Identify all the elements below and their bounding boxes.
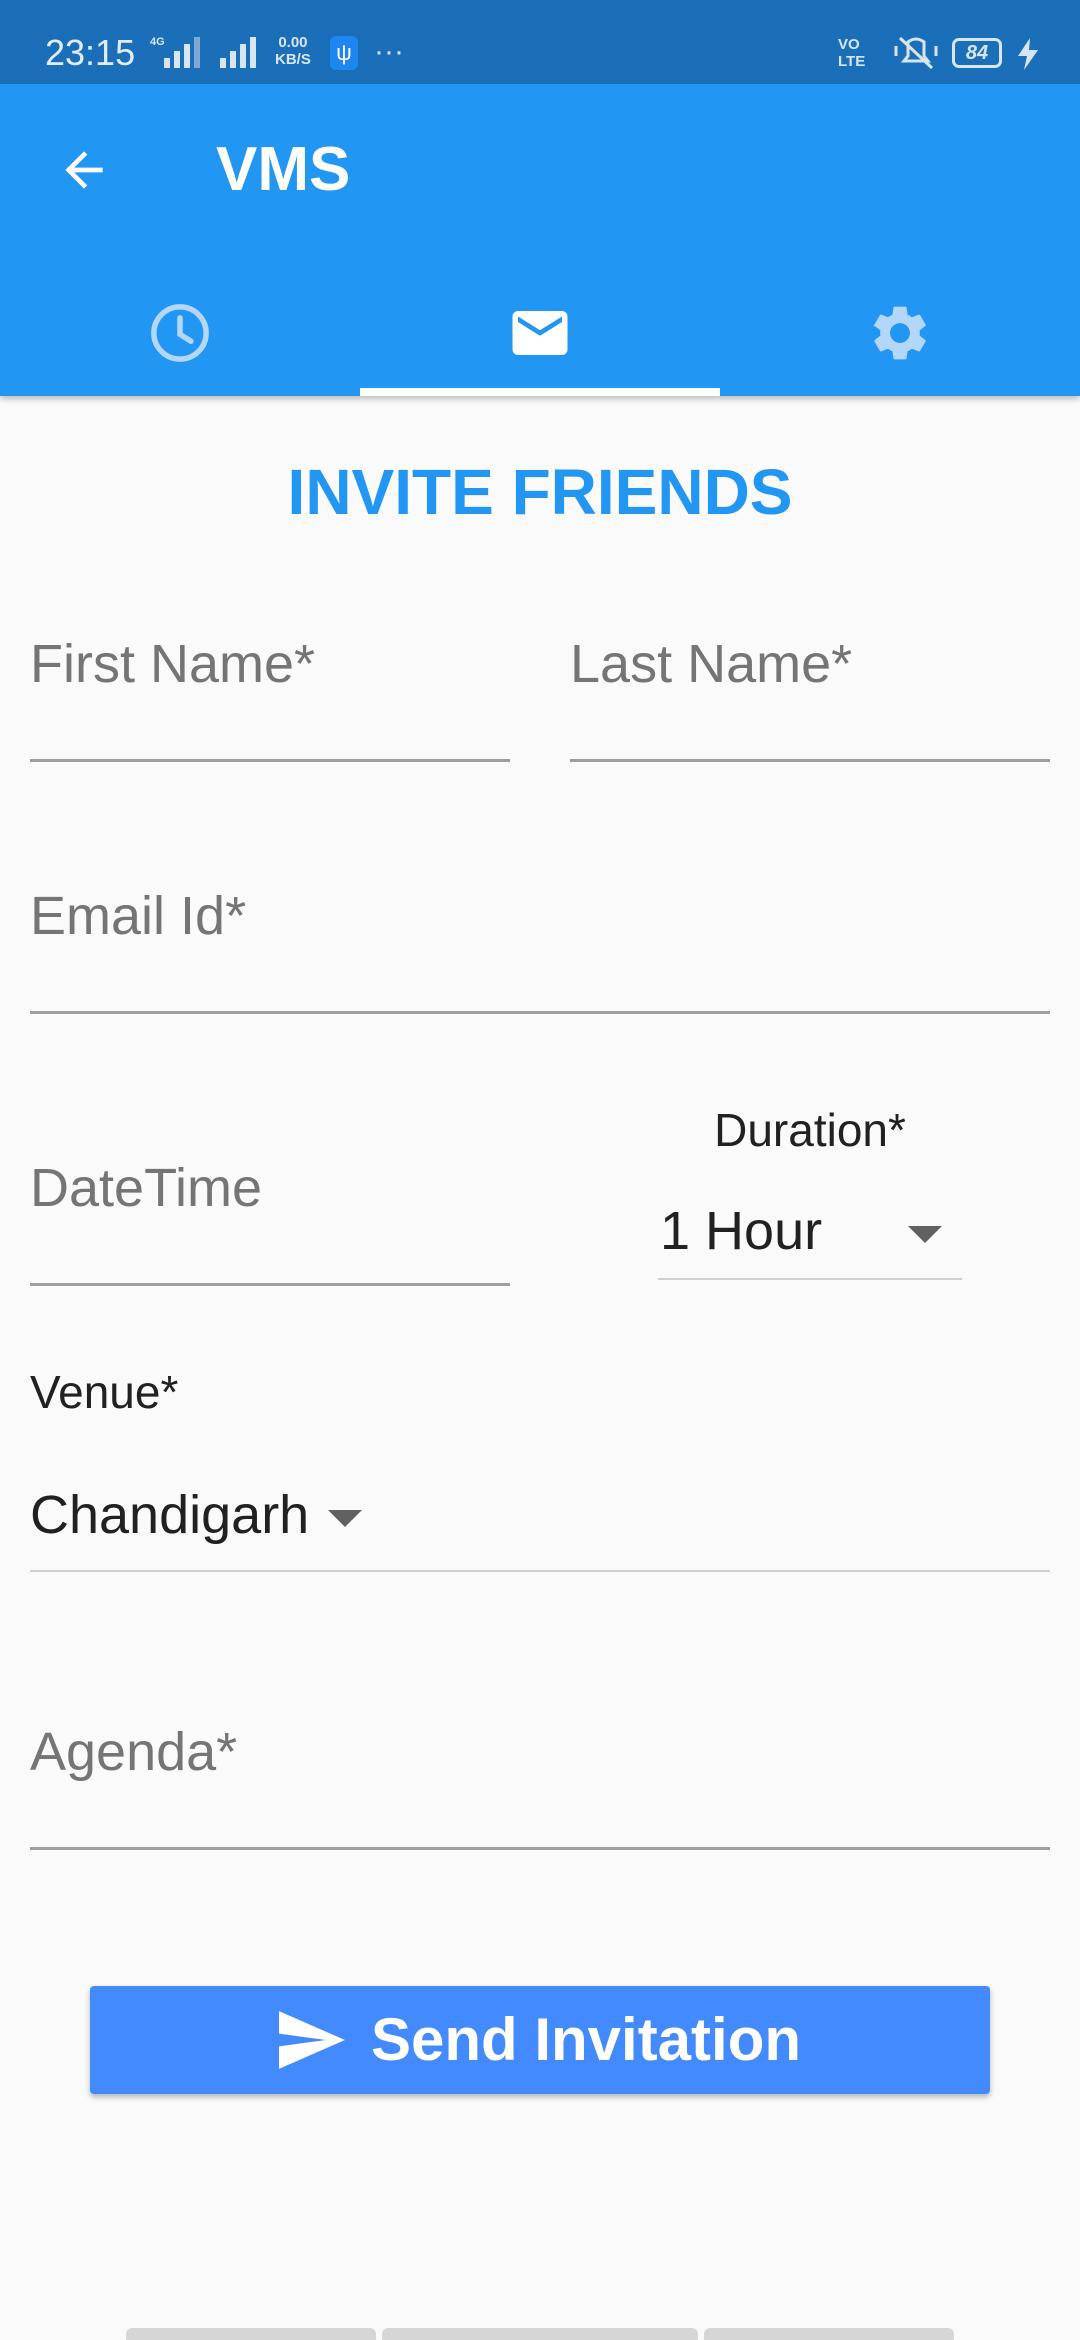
- email-field[interactable]: Email Id*: [30, 872, 1050, 1014]
- status-time: 23:15: [45, 32, 136, 73]
- datetime-placeholder: DateTime: [30, 1158, 263, 1218]
- page-title: INVITE FRIENDS: [287, 456, 793, 528]
- venue-label: Venue*: [30, 1366, 179, 1418]
- chevron-down-icon: [328, 1510, 362, 1527]
- network-speed-value: 0.00: [278, 34, 308, 51]
- network-speed: 0.00 KB/S: [275, 34, 311, 68]
- usb-icon: ψ: [330, 36, 358, 70]
- gear-icon: [873, 306, 926, 360]
- datetime-field[interactable]: DateTime: [30, 1146, 510, 1286]
- signal-icon: [220, 37, 256, 68]
- send-icon: [278, 2011, 345, 2069]
- send-invitation-button[interactable]: Send Invitation: [90, 1986, 990, 2094]
- venue-value: Chandigarh: [30, 1485, 310, 1545]
- charging-icon: [1018, 38, 1038, 70]
- duration-value: 1 Hour: [660, 1201, 823, 1261]
- first-name-placeholder: First Name*: [30, 634, 316, 694]
- back-button[interactable]: [48, 134, 120, 206]
- duration-dropdown[interactable]: 1 Hour: [658, 1196, 962, 1280]
- more-notifications-icon: ···: [374, 35, 404, 68]
- mail-icon: [512, 311, 568, 355]
- bottom-edge-strip: [126, 2328, 376, 2340]
- tab-invite[interactable]: [360, 270, 720, 396]
- agenda-placeholder: Agenda*: [30, 1722, 238, 1782]
- tab-indicator: [360, 388, 720, 396]
- tab-history[interactable]: [0, 270, 360, 396]
- clock-icon: [151, 304, 209, 362]
- bottom-edge-strip: [704, 2328, 954, 2340]
- last-name-placeholder: Last Name*: [570, 634, 853, 694]
- last-name-field[interactable]: Last Name*: [570, 620, 1050, 762]
- bottom-edge-strip: [382, 2328, 698, 2340]
- email-placeholder: Email Id*: [30, 886, 247, 946]
- volte-indicator: VO LTE: [838, 36, 866, 70]
- tab-settings[interactable]: [720, 270, 1080, 396]
- first-name-field[interactable]: First Name*: [30, 620, 510, 762]
- agenda-field[interactable]: Agenda*: [30, 1706, 1050, 1850]
- battery-indicator: 84: [952, 38, 1002, 68]
- chevron-down-icon: [908, 1226, 942, 1243]
- signal-4g-icon: 4G: [150, 36, 200, 68]
- arrow-back-icon: [65, 151, 103, 189]
- svg-text:4G: 4G: [150, 36, 165, 48]
- app-title: VMS: [216, 135, 351, 204]
- vibrate-icon: [894, 36, 938, 70]
- send-invitation-label: Send Invitation: [370, 2006, 802, 2073]
- venue-dropdown[interactable]: Chandigarh: [30, 1480, 1050, 1572]
- status-bar: 23:15 4G 0.00 KB/S ψ ··· VO LTE 84: [0, 0, 1080, 84]
- app-bar: VMS: [0, 84, 1080, 396]
- duration-label: Duration*: [714, 1104, 906, 1156]
- network-speed-unit: KB/S: [275, 51, 311, 68]
